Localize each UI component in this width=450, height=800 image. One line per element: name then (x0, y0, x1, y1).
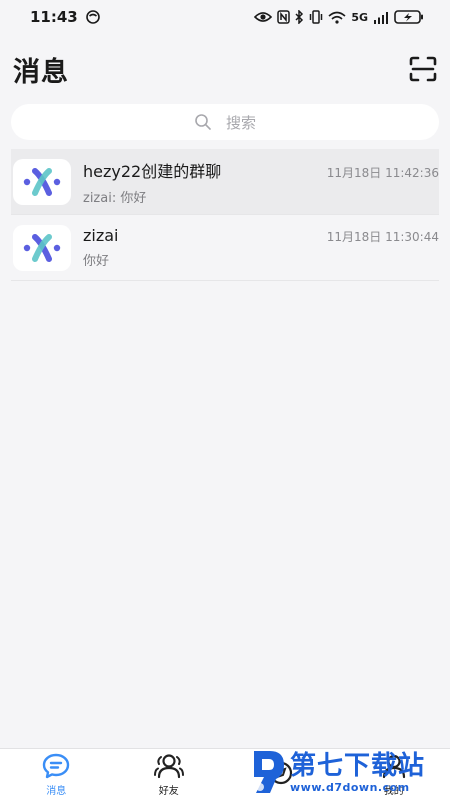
app-logo-icon (23, 233, 61, 262)
tab-friends[interactable]: 好友 (113, 749, 226, 800)
conversation-preview: 你好 (83, 254, 110, 269)
status-right: 5G (254, 10, 424, 24)
message-icon (43, 753, 70, 778)
wifi-icon (328, 11, 346, 24)
avatar (13, 224, 71, 271)
conversation-preview: zizai: 你好 (83, 190, 147, 206)
friends-icon (153, 753, 184, 778)
signal-icon (373, 11, 389, 24)
nfc-icon (277, 10, 291, 24)
network-type-label: 5G (351, 10, 368, 24)
app-notification-icon (85, 10, 100, 24)
search-bar[interactable]: 搜索 (11, 104, 439, 140)
vibrate-icon (309, 10, 323, 24)
avatar (13, 158, 71, 205)
scan-button[interactable] (408, 54, 438, 84)
conversation-body: zizai 11月18日 11:30:44 你好 (71, 226, 439, 269)
conversation-body: hezy22创建的群聊 11月18日 11:42:36 zizai: 你好 (71, 158, 439, 206)
eye-icon (254, 11, 273, 23)
page-title: 消息 (13, 56, 69, 88)
conversation-time: 11月18日 11:30:44 (326, 230, 439, 244)
conversation-item[interactable]: hezy22创建的群聊 11月18日 11:42:36 zizai: 你好 (11, 149, 439, 215)
watermark: 第七下载站 www.d7down.com (250, 744, 446, 800)
search-icon (194, 113, 212, 131)
conversation-name: hezy22创建的群聊 (83, 161, 222, 181)
app-logo-icon (23, 167, 61, 196)
battery-icon (394, 10, 424, 24)
conversation-time: 11月18日 11:42:36 (326, 165, 439, 180)
scan-icon (409, 56, 437, 82)
watermark-text: 第七下载站 www.d7down.com (290, 751, 425, 794)
conversation-list: hezy22创建的群聊 11月18日 11:42:36 zizai: 你好 zi… (0, 149, 450, 281)
tab-messages[interactable]: 消息 (0, 749, 113, 800)
conversation-item[interactable]: zizai 11月18日 11:30:44 你好 (11, 215, 439, 281)
status-left: 11:43 (30, 8, 100, 26)
status-time: 11:43 (30, 8, 78, 26)
watermark-url: www.d7down.com (290, 780, 410, 794)
conversation-header: zizai 11月18日 11:30:44 (83, 226, 439, 245)
watermark-name: 第七下载站 (290, 750, 426, 781)
tab-label: 好友 (158, 785, 179, 797)
search-placeholder: 搜索 (225, 113, 256, 132)
header: 消息 (0, 34, 450, 104)
conversation-header: hezy22创建的群聊 11月18日 11:42:36 (83, 158, 439, 182)
bluetooth-icon (295, 10, 304, 24)
watermark-logo-icon (250, 747, 286, 797)
conversation-name: zizai (83, 226, 119, 245)
tab-label: 消息 (46, 785, 67, 797)
status-bar: 11:43 5G (0, 0, 450, 34)
